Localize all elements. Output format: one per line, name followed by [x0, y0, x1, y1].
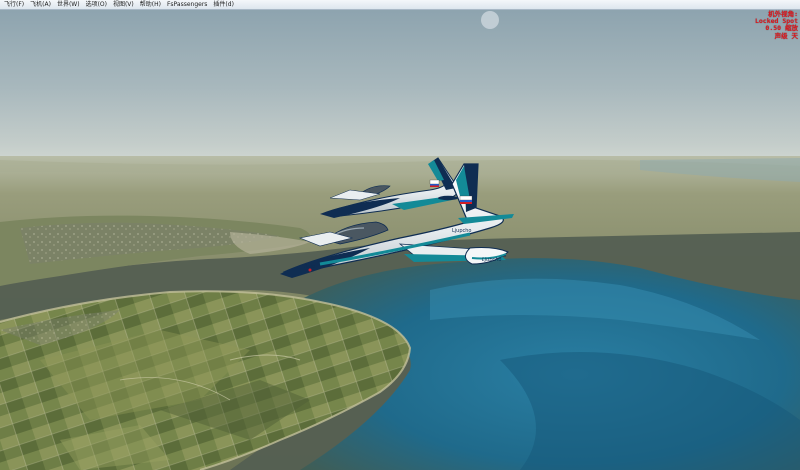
lead-nose-marking: Rulo — [304, 264, 315, 270]
menu-options[interactable]: 选项(O) — [83, 0, 110, 9]
menu-flight[interactable]: 飞行(F) — [0, 0, 27, 9]
simulator-viewport[interactable]: 飞行(F) 飞机(A) 世界(W) 选项(O) 视图(V) 帮助(H) FsPa… — [0, 0, 800, 470]
menu-world[interactable]: 世界(W) — [54, 0, 83, 9]
scenery-view: Ljupcho Ljupcho Rulo — [0, 0, 800, 470]
lead-tail-marking: Ljupcho — [452, 228, 472, 234]
menu-addons[interactable]: 插件(d) — [210, 0, 237, 9]
menu-fspassengers[interactable]: FsPassengers — [164, 0, 210, 9]
menu-help[interactable]: 帮助(H) — [137, 0, 164, 9]
view-info-overlay: 机外视角: Locked Spot 0.50 缩放 声级 天 — [755, 10, 798, 40]
lead-wingtip-marking: Ljupcho — [482, 257, 502, 263]
menu-aircraft[interactable]: 飞机(A) — [27, 0, 54, 9]
moon — [481, 11, 499, 29]
menu-bar: 飞行(F) 飞机(A) 世界(W) 选项(O) 视图(V) 帮助(H) FsPa… — [0, 0, 800, 10]
menu-views[interactable]: 视图(V) — [110, 0, 137, 9]
sound-status: 声级 天 — [774, 31, 798, 40]
sky — [0, 0, 800, 160]
